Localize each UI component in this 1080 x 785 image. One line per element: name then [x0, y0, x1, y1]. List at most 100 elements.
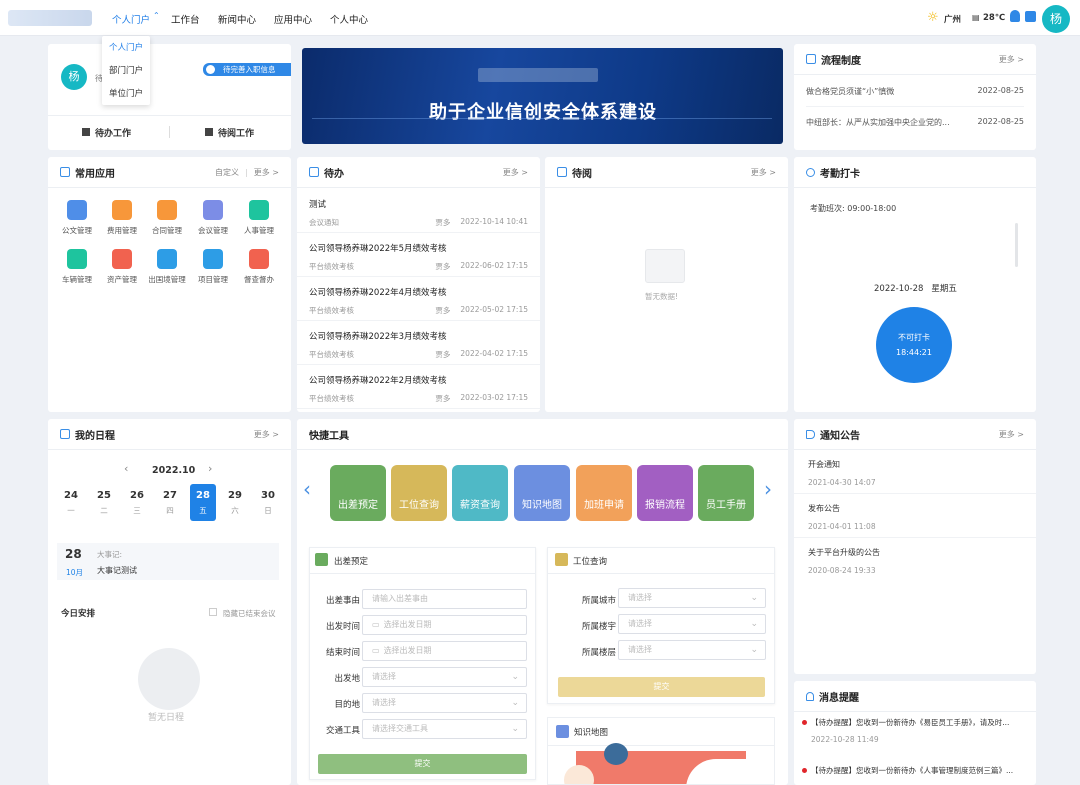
tool-knowledge[interactable]: 知识地图 — [514, 465, 570, 521]
calendar-day[interactable]: 24 一 — [58, 490, 84, 516]
process-item[interactable]: 中纽部长：从严从实加强中央企业党的... 2022-08-25 — [806, 117, 1024, 128]
attendance-scrollbar[interactable] — [1015, 223, 1018, 267]
dropdown-item-personal[interactable]: 个人门户 — [102, 36, 150, 59]
bell-icon[interactable] — [1010, 10, 1020, 22]
trip-end-date-input[interactable]: ▭ 选择出发日期 — [362, 641, 527, 661]
banner[interactable]: 助于企业信创安全体系建设 — [302, 48, 783, 144]
attendance-shift: 考勤班次: 09:00-18:00 — [810, 204, 897, 213]
tool-salary[interactable]: 薪资查询 — [452, 465, 508, 521]
app-vehicle[interactable]: 车辆管理 — [57, 249, 97, 285]
apps-customize-link[interactable]: 自定义 — [215, 167, 239, 178]
tool-seat[interactable]: 工位查询 — [391, 465, 447, 521]
message-date: 2022-10-28 11:49 — [811, 735, 879, 744]
tool-handbook[interactable]: 员工手册 — [698, 465, 754, 521]
todo-item[interactable]: 公司领导杨养琳2022年3月绩效考核 平台绩效考核 贾多 2022-04-02 17:… — [297, 321, 540, 365]
todo-item-time: 2022-10-14 10:41 — [460, 217, 528, 226]
app-supervise[interactable]: 督查督办 — [239, 249, 279, 285]
schedule-more-link[interactable]: 更多 > — [254, 429, 279, 440]
nav-workbench[interactable]: 工作台 — [171, 12, 200, 26]
event-card[interactable]: 28 10月 大事记: 大事记测试 — [57, 543, 279, 580]
weather-temp: 28℃ — [983, 13, 1006, 23]
calendar-day[interactable]: 27 四 — [157, 490, 183, 516]
app-asset[interactable]: 资产管理 — [102, 249, 142, 285]
seat-city-select[interactable]: 请选择 ⌄ — [618, 588, 766, 608]
trip-start-date-input[interactable]: ▭ 选择出发日期 — [362, 615, 527, 635]
seat-building-select[interactable]: 请选择 ⌄ — [618, 614, 766, 634]
calendar-day[interactable]: 26 三 — [124, 490, 150, 516]
tool-label: 知识地图 — [522, 500, 562, 511]
app-label: 出国境管理 — [148, 275, 186, 284]
trip-submit-button[interactable]: 提交 — [318, 754, 527, 774]
todo-card: 待办 更多 > 测试 会议通知 贾多 2022-10-14 10:41 公司领导杨养琳2… — [297, 157, 540, 412]
message-item[interactable]: 【待办提醒】您收到一份新待办《人事管理制度范例三篇》... — [794, 765, 1036, 785]
unread-dot — [802, 768, 807, 773]
day-weekday: 三 — [133, 506, 141, 515]
notice-date: 2020-08-24 19:33 — [808, 566, 876, 575]
trip-transport-select[interactable]: 请选择交通工具 ⌄ — [362, 719, 527, 739]
notice-item[interactable]: 关于平台升级的公告 2020-08-24 19:33 — [794, 539, 1036, 582]
read-work-button[interactable]: 待阅工作 — [205, 126, 254, 139]
app-label: 车辆管理 — [62, 275, 92, 284]
process-more-link[interactable]: 更多 > — [999, 54, 1024, 65]
seat-building-placeholder: 请选择 — [628, 619, 652, 628]
notice-item[interactable]: 发布公告 2021-04-01 11:08 — [794, 495, 1036, 538]
trip-to-select[interactable]: 请选择 ⌄ — [362, 693, 527, 713]
todo-more-link[interactable]: 更多 > — [503, 167, 528, 178]
dropdown-item-department[interactable]: 部门门户 — [102, 59, 150, 82]
todo-item[interactable]: 公司领导杨养琳2022年5月绩效考核 平台绩效考核 贾多 2022-06-02 17:… — [297, 233, 540, 277]
calendar-day-selected[interactable]: 28 五 — [190, 484, 216, 521]
toread-more-link[interactable]: 更多 > — [751, 167, 776, 178]
tool-reimburse[interactable]: 报销流程 — [637, 465, 693, 521]
calendar-day[interactable]: 30 日 — [255, 490, 281, 516]
next-month-icon[interactable]: › — [208, 462, 212, 475]
user-avatar[interactable]: 杨 — [1042, 5, 1070, 33]
chevron-up-icon: ⌃ — [153, 11, 160, 20]
trip-reason-input[interactable]: 请输入出差事由 — [362, 589, 527, 609]
todo-work-button[interactable]: 待办工作 — [82, 126, 131, 139]
seat-form-title: 工位查询 — [573, 557, 608, 567]
notice-item[interactable]: 开会通知 2021-04-30 14:07 — [794, 451, 1036, 494]
nav-personal-portal[interactable]: 个人门户 — [112, 12, 150, 26]
apps-more-link[interactable]: 更多 > — [254, 167, 279, 178]
app-meeting[interactable]: 会议管理 — [193, 200, 233, 236]
nav-personal-center[interactable]: 个人中心 — [330, 12, 368, 26]
todo-item[interactable]: 测试 会议通知 贾多 2022-10-14 10:41 — [297, 189, 540, 233]
todo-item[interactable]: 公司领导杨养琳2022年2月绩效考核 平台绩效考核 贾多 2022-03-02 17:… — [297, 365, 540, 409]
app-document[interactable]: 公文管理 — [57, 200, 97, 236]
tools-next-icon[interactable]: › — [764, 477, 772, 501]
logo[interactable] — [8, 10, 92, 26]
chevron-down-icon: ⌄ — [750, 593, 758, 603]
process-item[interactable]: 做合格党员须谨“小”慎微 2022-08-25 — [806, 86, 1024, 97]
nav-apps[interactable]: 应用中心 — [274, 12, 312, 26]
tool-trip[interactable]: 出差预定 — [330, 465, 386, 521]
calendar-day[interactable]: 25 二 — [91, 490, 117, 516]
notices-title: 通知公告 — [820, 430, 860, 442]
prev-month-icon[interactable]: ‹ — [124, 462, 128, 475]
nav-news[interactable]: 新闻中心 — [218, 12, 256, 26]
tool-overtime[interactable]: 加班申请 — [576, 465, 632, 521]
app-expense[interactable]: 费用管理 — [102, 200, 142, 236]
app-project[interactable]: 项目管理 — [193, 249, 233, 285]
notices-more-link[interactable]: 更多 > — [999, 429, 1024, 440]
tools-prev-icon[interactable]: ‹ — [303, 477, 311, 501]
seat-floor-select[interactable]: 请选择 ⌄ — [618, 640, 766, 660]
message-item[interactable]: 【待办提醒】您收到一份新待办《易臣员工手册》，请及时... 2022-10-28… — [794, 717, 1036, 753]
hide-done-checkbox[interactable] — [209, 608, 217, 616]
todo-item[interactable]: 公司领导杨养琳2022年4月绩效考核 平台绩效考核 贾多 2022-05-02 17:… — [297, 277, 540, 321]
briefcase-icon — [82, 128, 90, 136]
app-contract[interactable]: 合同管理 — [147, 200, 187, 236]
knowledge-image[interactable] — [564, 743, 746, 784]
seat-submit-button[interactable]: 提交 — [558, 677, 765, 697]
onboarding-badge[interactable]: 待完善入职信息 — [203, 63, 291, 76]
app-hr[interactable]: 人事管理 — [239, 200, 279, 236]
trip-form-panel — [309, 547, 536, 780]
app-abroad[interactable]: 出国境管理 — [147, 249, 187, 285]
dropdown-item-unit[interactable]: 单位门户 — [102, 82, 150, 105]
attendance-date-text: 2022-10-28 — [874, 284, 924, 294]
app-label: 合同管理 — [152, 226, 182, 235]
trip-from-select[interactable]: 请选择 ⌄ — [362, 667, 527, 687]
attendance-card: 考勤打卡 考勤班次: 09:00-18:00 2022-10-28 星期五 不可打… — [794, 157, 1036, 412]
shirt-icon[interactable] — [1025, 11, 1036, 22]
calendar-day[interactable]: 29 六 — [222, 490, 248, 516]
punch-button[interactable]: 不可打卡 18:44:21 — [876, 307, 952, 383]
